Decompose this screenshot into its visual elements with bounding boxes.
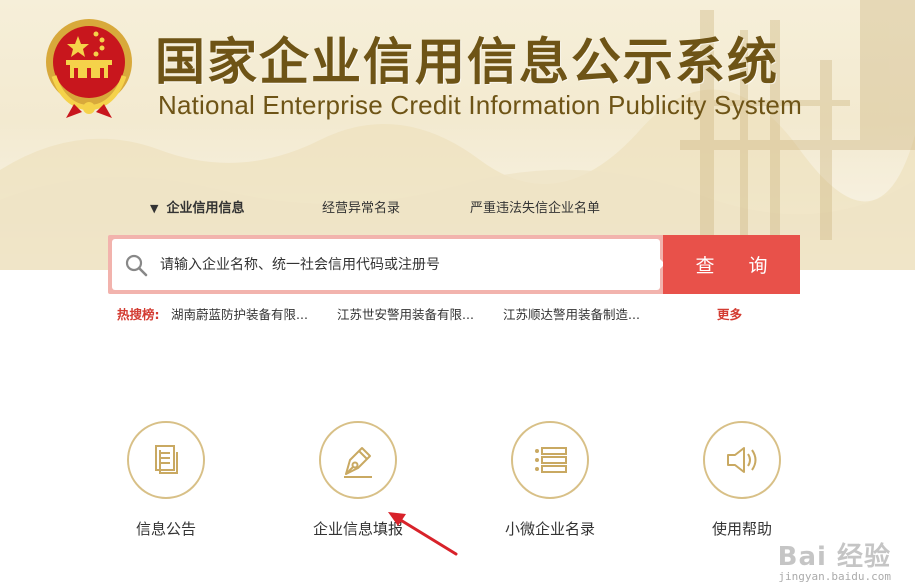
- feature-circle: [127, 421, 205, 499]
- watermark-logo: Bai 经验: [777, 536, 891, 572]
- search-button[interactable]: 查 询: [663, 235, 800, 294]
- tab-abnormal-list[interactable]: 经营异常名录: [322, 199, 400, 219]
- baidu-jingyan-watermark: Bai 经验 jingyan.baidu.com: [778, 536, 891, 583]
- feature-help[interactable]: 使用帮助: [662, 421, 822, 551]
- hot-search-item[interactable]: 湖南蔚蓝防护装备有限...: [171, 304, 308, 323]
- caret-down-icon: ▼: [150, 202, 159, 215]
- feature-small-micro-list[interactable]: 小微企业名录: [470, 421, 630, 551]
- hot-search-item[interactable]: 江苏世安警用装备有限...: [337, 304, 474, 323]
- feature-circle: [511, 421, 589, 499]
- watermark-text: Bai 经验: [777, 542, 891, 572]
- document-icon: [155, 445, 178, 474]
- site-title-en: National Enterprise Credit Information P…: [158, 90, 802, 120]
- header-banner: 国家企业信用信息公示系统 National Enterprise Credit …: [0, 0, 915, 270]
- tab-enterprise-credit[interactable]: ▼ 企业信用信息: [150, 199, 244, 219]
- feature-circle: [319, 421, 397, 499]
- speaker-icon: [727, 447, 757, 473]
- feature-label: 小微企业名录: [504, 520, 595, 538]
- hot-search-label: 热搜榜:: [117, 307, 160, 322]
- pen-nib-icon: [344, 447, 372, 478]
- search-icon: [125, 254, 148, 277]
- national-emblem-icon: [46, 19, 132, 118]
- site-title-cn: 国家企业信用信息公示系统: [155, 33, 779, 91]
- tab-serious-violation-list[interactable]: 严重违法失信企业名单: [470, 199, 600, 219]
- search-input[interactable]: [160, 239, 640, 290]
- feature-label: 信息公告: [135, 520, 196, 538]
- search-box: [112, 239, 660, 290]
- hot-search-item[interactable]: 江苏顺达警用装备制造...: [503, 304, 640, 323]
- hot-search-more-link[interactable]: 更多: [717, 304, 742, 323]
- annotation-arrow-icon: [388, 512, 458, 556]
- list-icon: [535, 447, 567, 473]
- feature-circle: [703, 421, 781, 499]
- feature-info-notice[interactable]: 信息公告: [86, 421, 246, 551]
- search-bar: 查 询: [108, 235, 800, 294]
